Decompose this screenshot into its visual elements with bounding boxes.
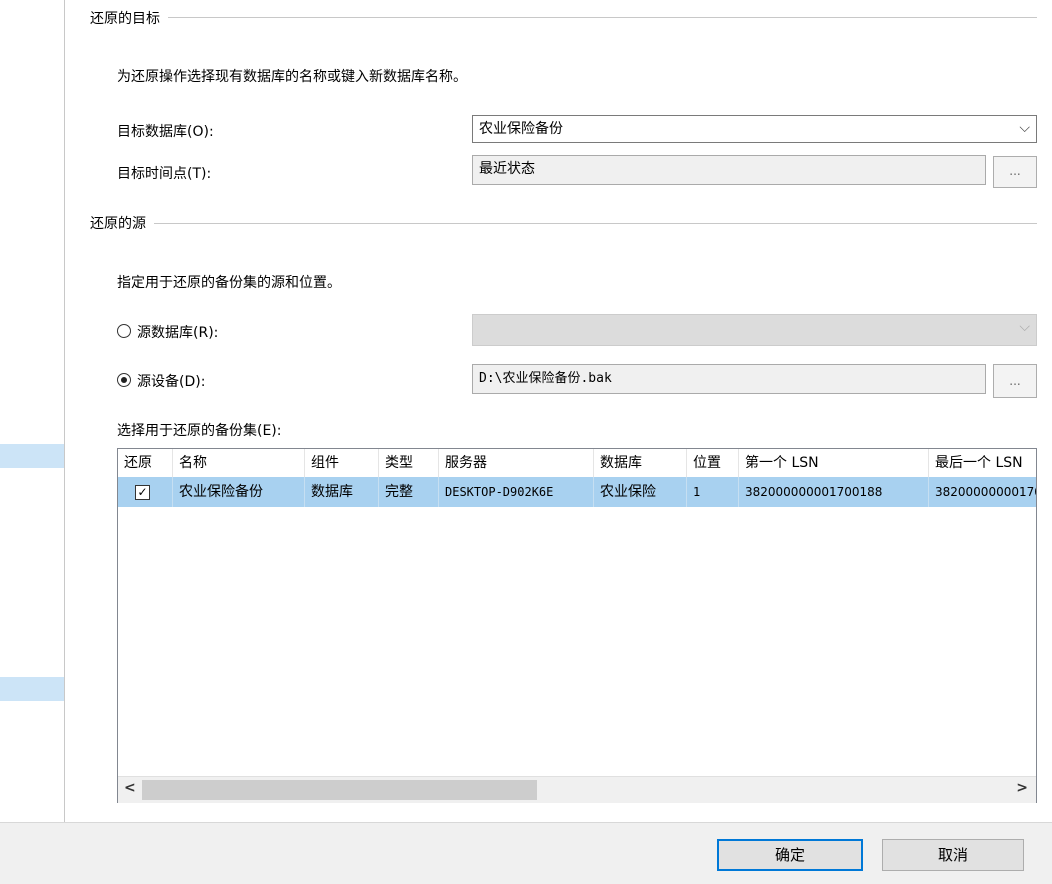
source-group-title: 还原的源 bbox=[90, 213, 154, 233]
source-db-label[interactable]: 源数据库(R): bbox=[137, 322, 218, 342]
scroll-right-icon[interactable]: > bbox=[1016, 780, 1028, 796]
left-pane-highlight[interactable] bbox=[0, 677, 64, 701]
column-header[interactable]: 服务器 bbox=[439, 449, 594, 477]
target-db-label: 目标数据库(O): bbox=[117, 124, 214, 140]
type-cell: 完整 bbox=[379, 477, 439, 507]
chevron-down-icon: ⌵ bbox=[1019, 120, 1030, 136]
table-row[interactable]: ✓ 农业保险备份 数据库 完整 DESKTOP-D902K6E 农业保险 1 3… bbox=[118, 477, 1036, 507]
source-db-radio[interactable] bbox=[117, 324, 131, 338]
left-pane-highlight[interactable] bbox=[0, 444, 64, 468]
source-db-dropdown[interactable]: ⌵ bbox=[472, 314, 1037, 346]
source-device-radio[interactable] bbox=[117, 373, 131, 387]
scroll-thumb[interactable] bbox=[142, 780, 537, 800]
source-description: 指定用于还原的备份集的源和位置。 bbox=[117, 275, 341, 291]
horizontal-scrollbar[interactable]: < > bbox=[118, 776, 1036, 803]
source-device-label[interactable]: 源设备(D): bbox=[137, 371, 205, 391]
backup-sets-grid[interactable]: 还原 名称 组件 类型 服务器 数据库 位置 第一个 LSN 最后一个 LSN … bbox=[117, 448, 1037, 803]
ok-button[interactable]: 确定 bbox=[717, 839, 863, 871]
component-cell: 数据库 bbox=[305, 477, 379, 507]
column-header[interactable]: 位置 bbox=[687, 449, 739, 477]
column-header[interactable]: 组件 bbox=[305, 449, 379, 477]
restore-cell[interactable]: ✓ bbox=[118, 477, 173, 507]
column-header[interactable]: 第一个 LSN bbox=[739, 449, 929, 477]
cancel-button[interactable]: 取消 bbox=[882, 839, 1024, 871]
column-header[interactable]: 类型 bbox=[379, 449, 439, 477]
target-time-label: 目标时间点(T): bbox=[117, 166, 212, 182]
column-header[interactable]: 数据库 bbox=[594, 449, 687, 477]
source-device-browse-button[interactable]: ... bbox=[993, 364, 1037, 398]
last-lsn-cell: 382000000001700188 bbox=[929, 477, 1036, 507]
name-cell: 农业保险备份 bbox=[173, 477, 305, 507]
column-header[interactable]: 最后一个 LSN bbox=[929, 449, 1036, 477]
chevron-down-icon: ⌵ bbox=[1019, 319, 1030, 335]
dest-group-line bbox=[90, 17, 1037, 18]
column-header[interactable]: 还原 bbox=[118, 449, 173, 477]
target-time-value: 最近状态 bbox=[479, 161, 535, 177]
source-device-field[interactable]: D:\农业保险备份.bak bbox=[472, 364, 986, 394]
target-db-value: 农业保险备份 bbox=[479, 121, 563, 137]
target-db-dropdown[interactable]: 农业保险备份 ⌵ bbox=[472, 115, 1037, 143]
source-device-value: D:\农业保险备份.bak bbox=[479, 371, 612, 386]
target-time-field[interactable]: 最近状态 bbox=[472, 155, 986, 185]
target-time-browse-button[interactable]: ... bbox=[993, 156, 1037, 188]
first-lsn-cell: 382000000001700188 bbox=[739, 477, 929, 507]
server-cell: DESKTOP-D902K6E bbox=[439, 477, 594, 507]
backup-sets-label: 选择用于还原的备份集(E): bbox=[117, 423, 282, 439]
column-header[interactable]: 名称 bbox=[173, 449, 305, 477]
dest-group-title: 还原的目标 bbox=[90, 8, 168, 28]
dest-description: 为还原操作选择现有数据库的名称或键入新数据库名称。 bbox=[117, 69, 467, 85]
database-cell: 农业保险 bbox=[594, 477, 687, 507]
restore-checkbox[interactable]: ✓ bbox=[135, 485, 150, 500]
position-cell: 1 bbox=[687, 477, 739, 507]
dialog-footer: 确定 取消 bbox=[0, 822, 1052, 884]
scroll-left-icon[interactable]: < bbox=[124, 780, 136, 796]
source-group-line bbox=[90, 223, 1037, 224]
